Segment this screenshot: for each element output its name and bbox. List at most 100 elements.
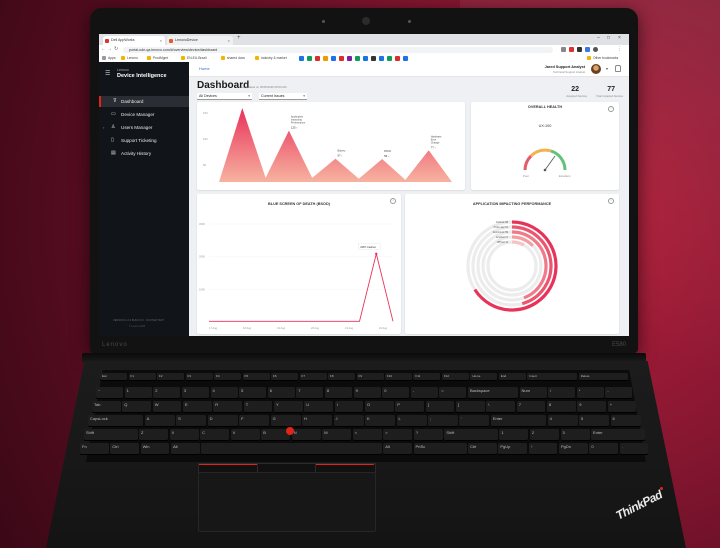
key[interactable]: T <box>243 401 273 413</box>
extension-icon[interactable] <box>569 47 574 52</box>
bookmark-item[interactable]: industry & market <box>255 56 287 61</box>
extension-icon[interactable] <box>561 47 566 52</box>
bookmark-icon[interactable] <box>323 55 328 61</box>
key[interactable]: 9 <box>353 387 381 399</box>
key[interactable]: O <box>365 401 394 413</box>
bookmark-icon[interactable] <box>379 55 384 61</box>
key[interactable]: Win <box>140 443 170 455</box>
key[interactable]: N <box>291 429 321 441</box>
key[interactable]: S <box>176 415 207 427</box>
forward-icon[interactable]: → <box>107 46 112 52</box>
key[interactable]: F3 <box>185 373 213 381</box>
key[interactable]: Shift <box>84 429 138 441</box>
bookmark-item[interactable]: Lenovo <box>121 56 138 61</box>
key[interactable]: - <box>410 387 438 399</box>
key[interactable]: F12 <box>441 373 469 381</box>
key[interactable]: / <box>548 387 576 399</box>
key[interactable]: 4 <box>547 415 578 427</box>
key[interactable]: ; <box>428 415 458 427</box>
key[interactable]: 1 <box>499 429 529 441</box>
sidebar-item-support-ticketing[interactable]: ▯ Support Ticketing <box>99 135 189 146</box>
trackpoint[interactable] <box>286 427 294 435</box>
key[interactable]: 3 <box>181 387 209 399</box>
avatar[interactable] <box>591 64 601 74</box>
key[interactable]: 8 <box>547 401 576 413</box>
key[interactable]: Home <box>470 373 498 381</box>
key[interactable]: Q <box>122 401 152 413</box>
key[interactable]: Enter <box>490 415 547 427</box>
key[interactable]: 7 <box>516 401 546 413</box>
key[interactable]: U <box>304 401 334 413</box>
key[interactable]: H <box>302 415 332 427</box>
close-icon[interactable]: × <box>228 36 230 45</box>
key[interactable]: F11 <box>413 373 441 381</box>
address-bar[interactable]: portal-ude-qa.lenovo.com/#/overview/devi… <box>123 46 553 53</box>
key[interactable]: R <box>213 401 243 413</box>
key[interactable]: 2 <box>529 429 559 441</box>
bookmark-icon[interactable] <box>403 55 408 61</box>
key[interactable]: F6 <box>271 373 298 381</box>
key[interactable] <box>201 443 382 455</box>
key[interactable]: F1 <box>128 373 156 381</box>
key[interactable]: A <box>144 415 175 427</box>
key[interactable]: End <box>498 373 526 381</box>
key[interactable]: C <box>200 429 230 441</box>
minimize-icon[interactable]: – <box>597 35 600 41</box>
key[interactable]: ? <box>413 429 443 441</box>
key[interactable]: F4 <box>214 373 241 381</box>
key[interactable]: PgDn <box>559 443 588 455</box>
sidebar-item-device-manager[interactable]: ▭ Device Manager <box>99 109 189 120</box>
sidebar-item-dashboard[interactable]: ⊽ Dashboard <box>99 96 189 107</box>
bookmark-icon[interactable] <box>307 55 312 61</box>
bookmark-icon[interactable] <box>371 55 376 61</box>
bookmark-item[interactable]: ProdMgmt <box>147 56 168 61</box>
key[interactable]: 5 <box>579 415 609 427</box>
key[interactable]: 2 <box>153 387 181 399</box>
extension-icon[interactable] <box>585 47 590 52</box>
extension-icon[interactable] <box>577 47 582 52</box>
new-tab-icon[interactable]: + <box>237 35 241 41</box>
bookmark-icon[interactable] <box>339 55 344 61</box>
key[interactable]: 0 <box>589 443 619 455</box>
period-filter-select[interactable]: Current Issues ▾ <box>259 93 307 100</box>
key[interactable]: G <box>270 415 301 427</box>
key[interactable]: F8 <box>328 373 355 381</box>
key[interactable]: 8 <box>324 387 352 399</box>
key[interactable]: = <box>439 387 467 399</box>
notification-icon[interactable] <box>615 65 621 72</box>
key[interactable]: Fn <box>80 443 109 455</box>
key[interactable]: > <box>383 429 413 441</box>
bookmark-item[interactable]: EN-EU-Brazil <box>181 56 207 61</box>
key[interactable]: Delete <box>578 373 629 381</box>
key[interactable]: ~ <box>96 387 124 399</box>
bookmark-item[interactable]: Apps <box>102 56 116 61</box>
key[interactable]: F <box>239 415 270 427</box>
key[interactable]: Y <box>274 401 303 413</box>
chevron-down-icon[interactable]: ▾ <box>606 66 608 71</box>
key[interactable]: [ <box>425 401 455 413</box>
chevron-right-icon[interactable]: › <box>103 122 104 133</box>
key[interactable]: Alt <box>171 443 200 455</box>
bookmark-icon[interactable] <box>299 55 304 61</box>
key[interactable]: Esc <box>100 373 127 381</box>
bookmark-icon[interactable] <box>387 55 392 61</box>
sidebar-item-users-manager[interactable]: › ♙ Users Manager <box>99 122 189 133</box>
key[interactable]: * <box>576 387 604 399</box>
browser-tab[interactable]: Dell AppWorks × <box>103 36 165 45</box>
hamburger-menu-icon[interactable]: ☰ <box>105 70 110 77</box>
touchpad[interactable] <box>198 472 376 532</box>
reload-icon[interactable]: ↻ <box>114 46 118 52</box>
key[interactable]: X <box>169 429 199 441</box>
menu-dots-icon[interactable]: ⋮ <box>617 46 622 52</box>
key[interactable]: M <box>322 429 352 441</box>
key[interactable]: Alt <box>383 443 412 455</box>
maximize-icon[interactable]: □ <box>607 35 610 41</box>
key[interactable]: ] <box>456 401 485 413</box>
browser-tab[interactable]: LenovoDevice × <box>167 36 233 45</box>
key[interactable]: I <box>334 401 364 413</box>
key[interactable]: 5 <box>239 387 267 399</box>
bookmark-icon[interactable] <box>363 55 368 61</box>
key[interactable]: 9 <box>577 401 607 413</box>
key[interactable]: \ <box>486 401 516 413</box>
key[interactable]: Z <box>139 429 168 441</box>
